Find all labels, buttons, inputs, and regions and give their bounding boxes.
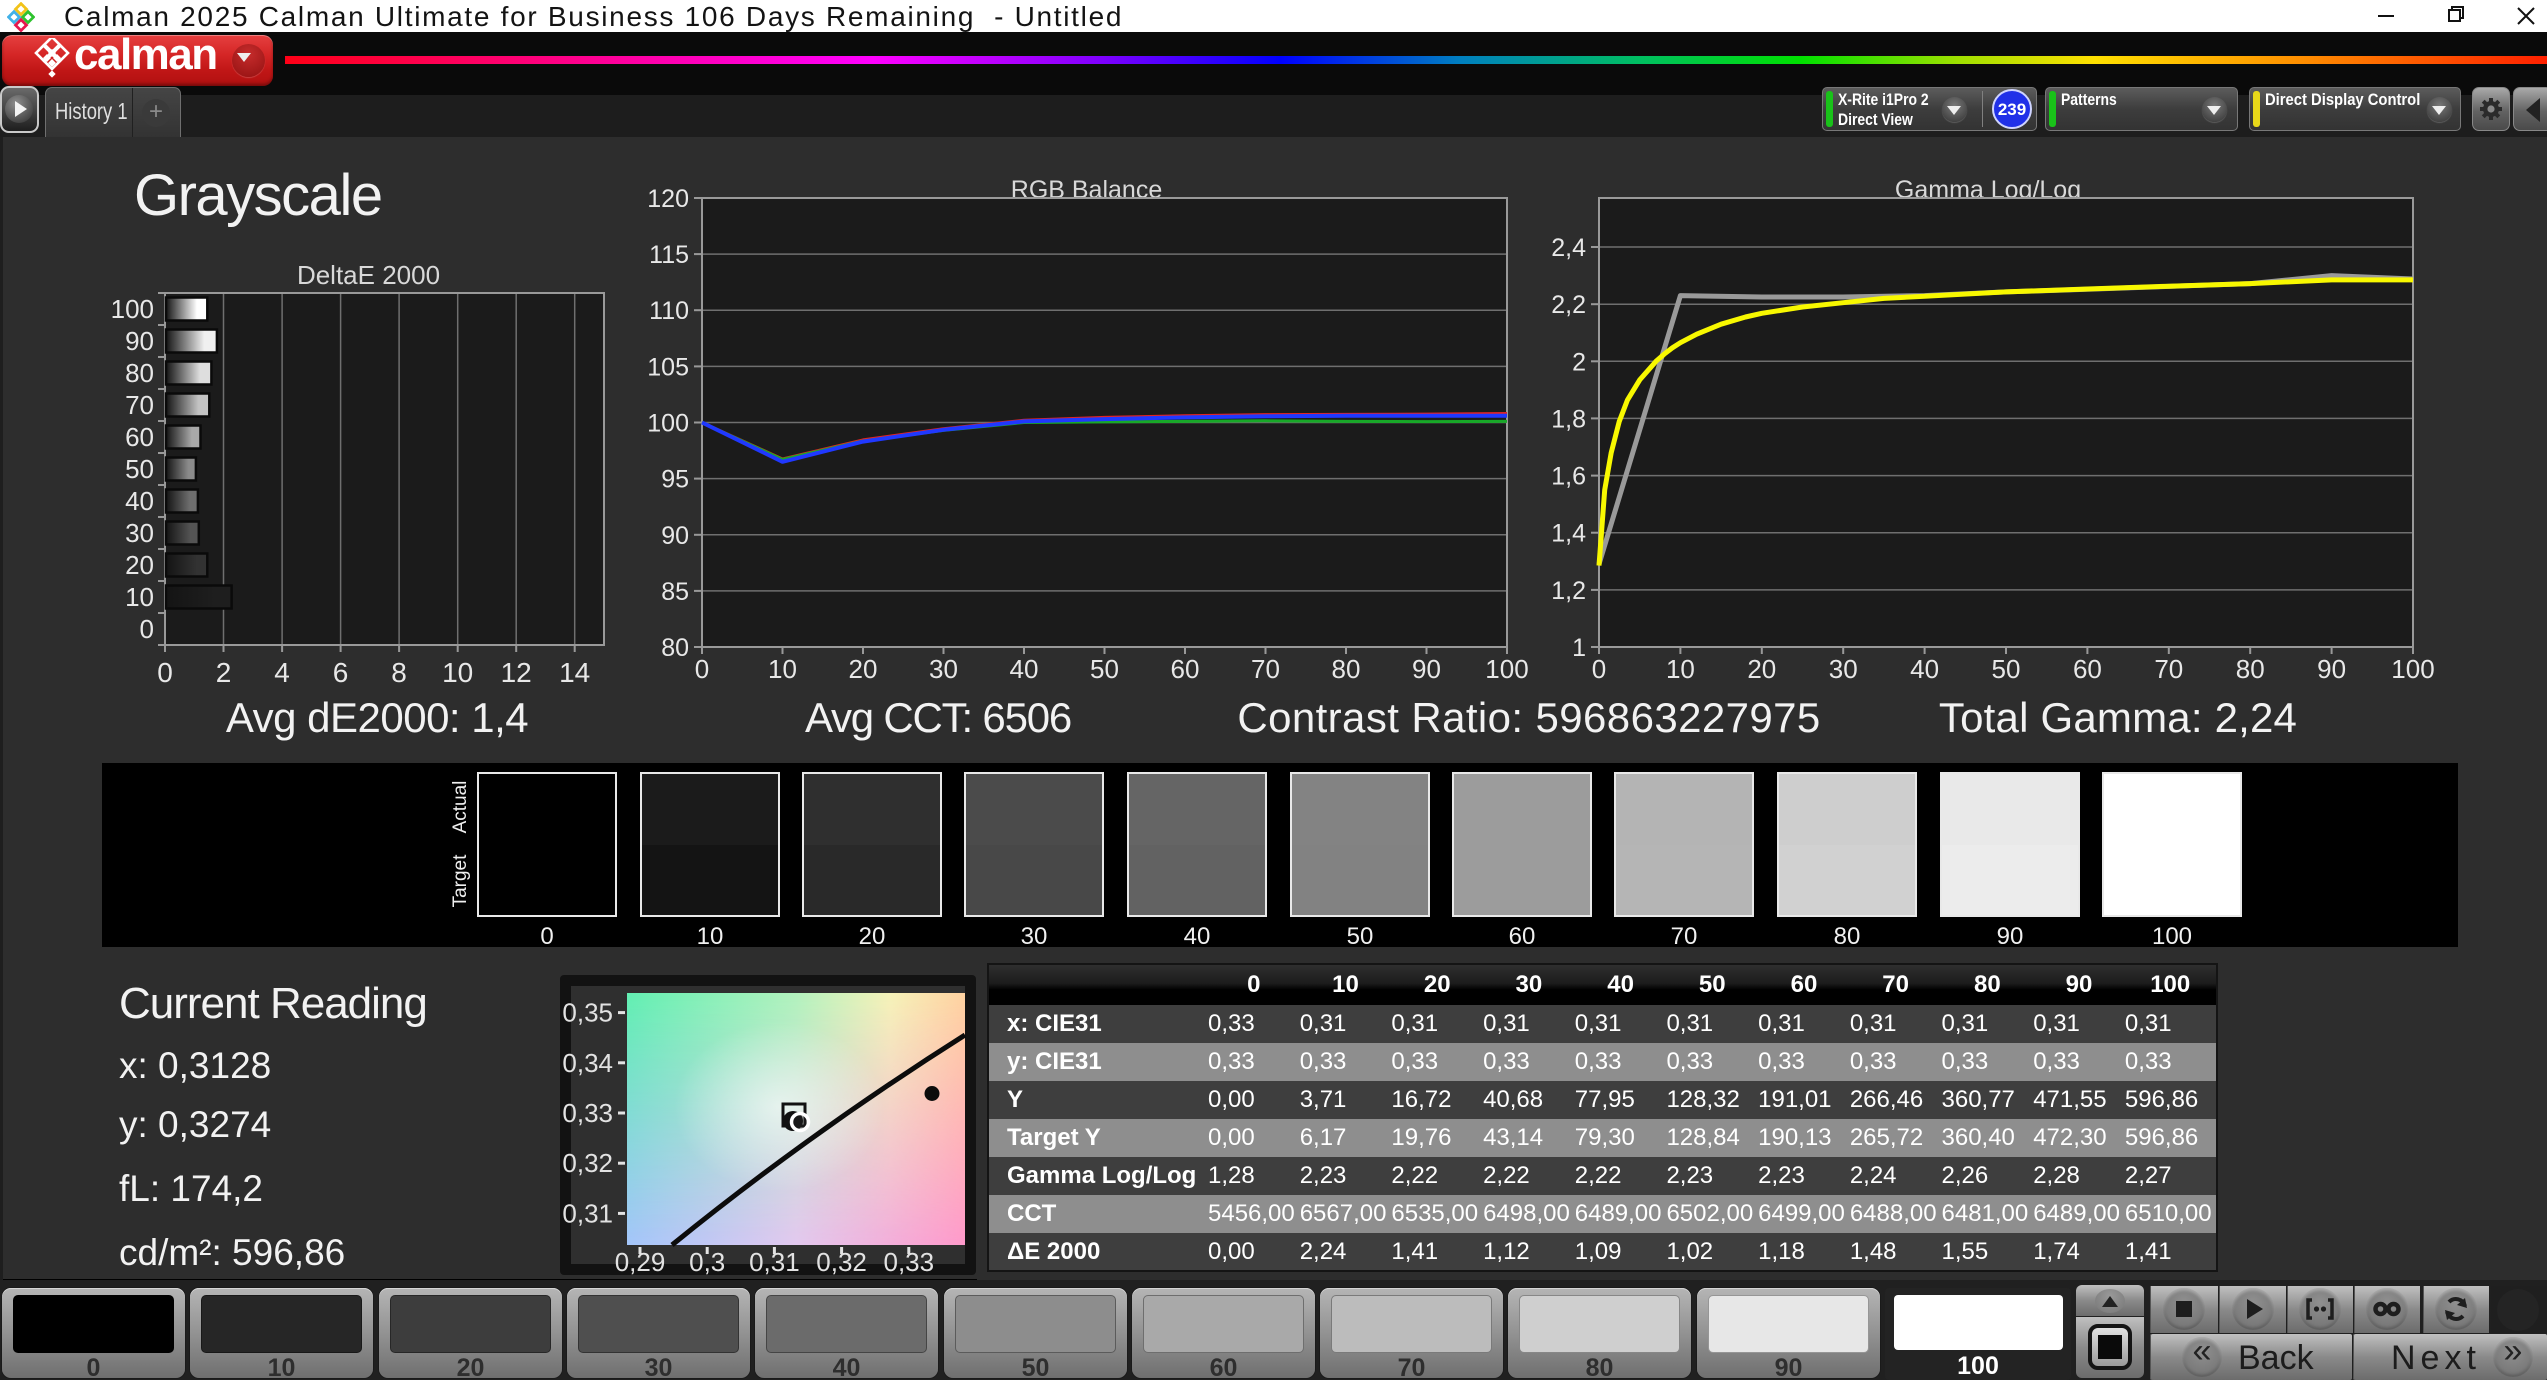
svg-text:0: 0 <box>140 614 154 644</box>
svg-text:10: 10 <box>1666 654 1695 684</box>
svg-text:50: 50 <box>1992 654 2021 684</box>
svg-text:110: 110 <box>649 297 689 325</box>
svg-text:40: 40 <box>125 486 154 516</box>
svg-text:90: 90 <box>2317 654 2346 684</box>
svg-text:2,2: 2,2 <box>1551 291 1586 319</box>
svg-text:30: 30 <box>125 518 154 548</box>
svg-text:0,35: 0,35 <box>562 998 613 1028</box>
svg-text:1,2: 1,2 <box>1551 577 1586 605</box>
svg-text:105: 105 <box>647 353 689 381</box>
svg-text:100: 100 <box>1485 654 1528 684</box>
svg-text:0,31: 0,31 <box>749 1247 800 1277</box>
svg-text:50: 50 <box>125 454 154 484</box>
svg-text:115: 115 <box>649 241 689 269</box>
svg-text:40: 40 <box>1910 654 1939 684</box>
svg-text:80: 80 <box>125 358 154 388</box>
svg-text:100: 100 <box>2391 654 2434 684</box>
svg-text:80: 80 <box>2236 654 2265 684</box>
svg-text:0: 0 <box>695 654 709 684</box>
svg-text:0,3: 0,3 <box>689 1247 725 1277</box>
svg-text:4: 4 <box>274 657 290 688</box>
svg-text:10: 10 <box>442 657 473 688</box>
svg-text:DeltaE 2000: DeltaE 2000 <box>297 260 440 290</box>
svg-text:0,31: 0,31 <box>562 1198 613 1228</box>
svg-text:0,29: 0,29 <box>615 1247 666 1277</box>
svg-text:2: 2 <box>216 657 232 688</box>
svg-text:100: 100 <box>647 410 689 438</box>
svg-text:0,32: 0,32 <box>562 1148 613 1178</box>
svg-text:80: 80 <box>1332 654 1361 684</box>
svg-text:20: 20 <box>1747 654 1776 684</box>
svg-text:90: 90 <box>125 326 154 356</box>
svg-text:95: 95 <box>661 466 689 494</box>
svg-text:30: 30 <box>929 654 958 684</box>
svg-text:100: 100 <box>111 294 154 324</box>
svg-text:6: 6 <box>333 657 349 688</box>
svg-text:40: 40 <box>1010 654 1039 684</box>
svg-text:90: 90 <box>661 522 689 550</box>
svg-text:30: 30 <box>1829 654 1858 684</box>
svg-text:1,4: 1,4 <box>1551 520 1586 548</box>
svg-text:70: 70 <box>1251 654 1280 684</box>
svg-text:50: 50 <box>1090 654 1119 684</box>
svg-text:60: 60 <box>125 422 154 452</box>
svg-text:90: 90 <box>1412 654 1441 684</box>
svg-text:2: 2 <box>1572 348 1586 376</box>
svg-text:1,6: 1,6 <box>1551 463 1586 491</box>
svg-text:8: 8 <box>391 657 407 688</box>
svg-text:10: 10 <box>768 654 797 684</box>
svg-text:60: 60 <box>1171 654 1200 684</box>
svg-text:0: 0 <box>1592 654 1606 684</box>
svg-text:60: 60 <box>2073 654 2102 684</box>
svg-text:0,33: 0,33 <box>562 1098 613 1128</box>
svg-text:0,33: 0,33 <box>883 1247 934 1277</box>
svg-text:20: 20 <box>125 550 154 580</box>
svg-text:70: 70 <box>2154 654 2183 684</box>
svg-text:1: 1 <box>1572 634 1586 662</box>
svg-text:10: 10 <box>125 582 154 612</box>
svg-text:14: 14 <box>559 657 590 688</box>
svg-text:2,4: 2,4 <box>1551 234 1586 262</box>
svg-text:80: 80 <box>661 634 689 662</box>
svg-text:70: 70 <box>125 390 154 420</box>
svg-text:0,32: 0,32 <box>816 1247 867 1277</box>
svg-text:12: 12 <box>501 657 532 688</box>
svg-text:85: 85 <box>661 578 689 606</box>
svg-text:0,34: 0,34 <box>562 1048 613 1078</box>
svg-text:20: 20 <box>849 654 878 684</box>
svg-text:0: 0 <box>157 657 173 688</box>
svg-text:1,8: 1,8 <box>1551 405 1586 433</box>
svg-text:120: 120 <box>647 185 689 213</box>
